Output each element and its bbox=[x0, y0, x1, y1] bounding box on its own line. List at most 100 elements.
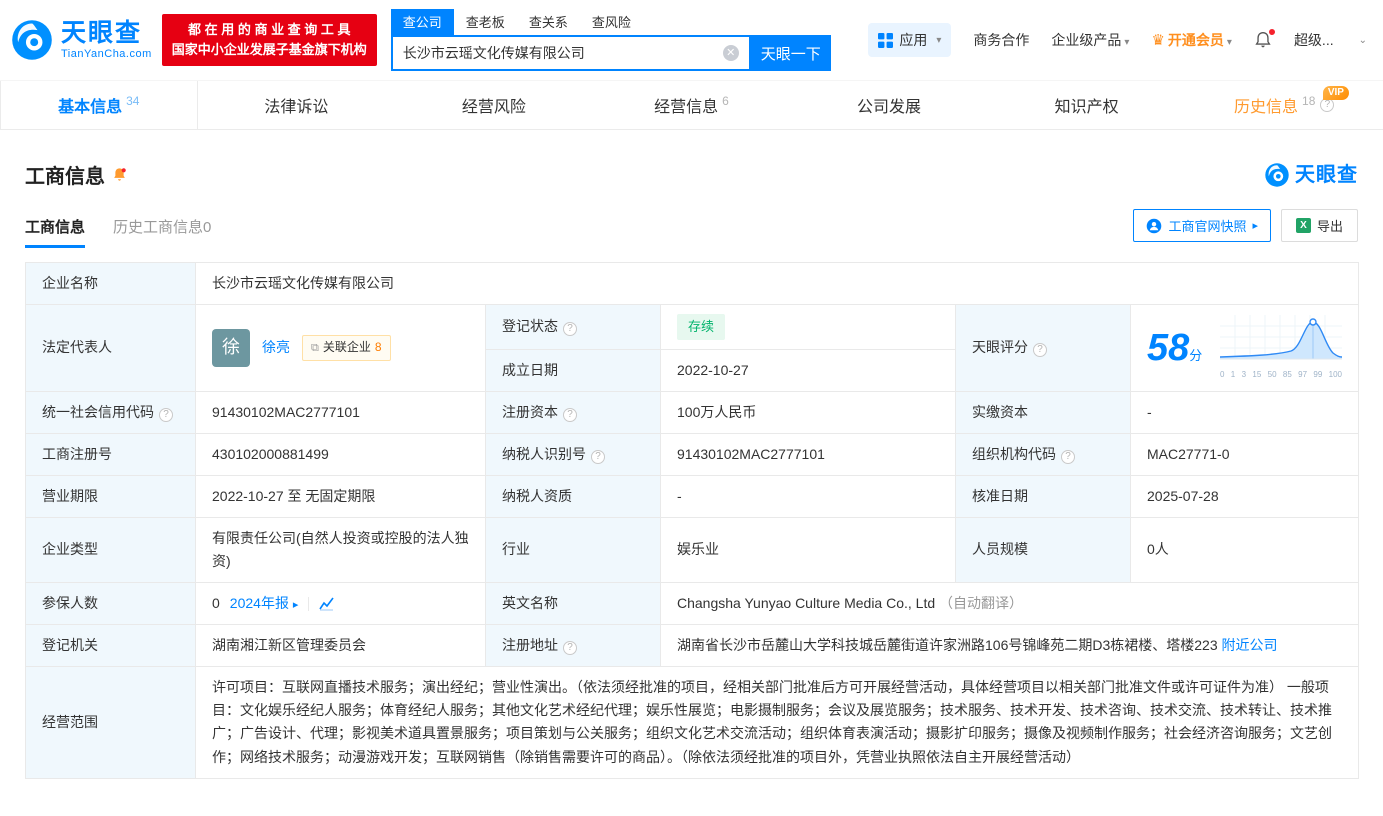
official-snapshot-button[interactable]: 工商官网快照 ▸ bbox=[1133, 209, 1271, 242]
grid-icon bbox=[878, 33, 893, 48]
tab-operation-info[interactable]: 经营信息 6 bbox=[593, 81, 791, 129]
nav-super-vip[interactable]: 超级... bbox=[1294, 30, 1334, 50]
field-value-industry: 娱乐业 bbox=[661, 517, 956, 582]
field-label-registry: 登记机关 bbox=[26, 625, 196, 667]
nav-cooperation[interactable]: 商务合作 bbox=[973, 30, 1029, 50]
search-button[interactable]: 天眼一下 bbox=[751, 35, 831, 71]
tab-label: 知识产权 bbox=[1055, 93, 1119, 117]
insured-trend-icon[interactable] bbox=[308, 597, 334, 611]
english-name: Changsha Yunyao Culture Media Co., Ltd bbox=[677, 595, 935, 611]
nearby-companies-link[interactable]: 附近公司 bbox=[1222, 637, 1278, 653]
tab-company-development[interactable]: 公司发展 bbox=[790, 81, 988, 129]
search-box: ✕ bbox=[391, 35, 751, 71]
chevron-right-icon: ▸ bbox=[1252, 219, 1258, 232]
field-value-registry: 湖南湘江新区管理委员会 bbox=[196, 625, 486, 667]
slogan-line-1: 都 在 用 的 商 业 查 询 工 具 bbox=[172, 20, 367, 40]
field-label-business-scope: 经营范围 bbox=[26, 667, 196, 778]
vip-label: 开通会员 bbox=[1168, 32, 1224, 48]
search-tab-risk[interactable]: 查风险 bbox=[580, 9, 643, 35]
field-label-company-type: 企业类型 bbox=[26, 517, 196, 582]
notification-bell-icon[interactable] bbox=[1254, 31, 1272, 49]
tab-intellectual-property[interactable]: 知识产权 bbox=[988, 81, 1186, 129]
watermark-logo-text: 天眼查 bbox=[1295, 164, 1358, 186]
tab-label: 公司发展 bbox=[857, 93, 921, 117]
super-label: 超级... bbox=[1294, 32, 1334, 48]
score-number: 58分 bbox=[1147, 329, 1202, 367]
notification-dot bbox=[1269, 29, 1275, 35]
field-value-company-name: 长沙市云瑶文化传媒有限公司 bbox=[196, 263, 1359, 305]
company-section-tabs: 基本信息 34 法律诉讼 经营风险 经营信息 6 公司发展 知识产权 VIP 历… bbox=[0, 80, 1383, 130]
tab-label: 历史信息 bbox=[1234, 93, 1298, 117]
tab-operation-risk[interactable]: 经营风险 bbox=[395, 81, 593, 129]
field-value-reg-no: 430102000881499 bbox=[196, 433, 486, 475]
search-tab-boss[interactable]: 查老板 bbox=[454, 9, 517, 35]
subscribe-bell-icon[interactable] bbox=[112, 167, 127, 182]
field-value-staff-size: 0人 bbox=[1131, 517, 1359, 582]
field-value-company-type: 有限责任公司(自然人投资或控股的法人独资) bbox=[196, 517, 486, 582]
insured-count: 0 bbox=[212, 592, 220, 615]
help-icon[interactable]: ? bbox=[159, 408, 173, 422]
credit-code-label: 统一社会信用代码 bbox=[42, 404, 154, 420]
annual-report-label: 2024年报 bbox=[230, 595, 289, 611]
section-title: 工商信息 bbox=[25, 160, 105, 189]
tab-label: 经营信息 bbox=[654, 93, 718, 117]
tianyancha-logo[interactable]: 天眼查 TianYanCha.com bbox=[10, 18, 152, 62]
tab-count: 18 bbox=[1302, 94, 1315, 108]
export-label: 导出 bbox=[1317, 216, 1343, 235]
search-tab-relation[interactable]: 查关系 bbox=[517, 9, 580, 35]
related-companies-icon: ⧉ bbox=[311, 339, 319, 357]
clear-search-icon[interactable]: ✕ bbox=[723, 45, 739, 61]
help-icon[interactable]: ? bbox=[1061, 450, 1075, 464]
field-label-approval-date: 核准日期 bbox=[956, 475, 1131, 517]
slogan-line-2: 国家中小企业发展子基金旗下机构 bbox=[172, 40, 367, 60]
related-companies-badge[interactable]: ⧉ 关联企业 8 bbox=[302, 335, 391, 361]
field-label-staff-size: 人员规模 bbox=[956, 517, 1131, 582]
search-tab-company[interactable]: 查公司 bbox=[391, 9, 454, 35]
field-value-reg-capital: 100万人民币 bbox=[661, 391, 956, 433]
subtab-history-business-info[interactable]: 历史工商信息0 bbox=[113, 216, 211, 248]
field-label-english-name: 英文名称 bbox=[486, 583, 661, 625]
caret-down-icon: ▾ bbox=[1124, 37, 1129, 48]
field-value-credit-code: 91430102MAC2777101 bbox=[196, 391, 486, 433]
legal-rep-name-link[interactable]: 徐亮 bbox=[262, 336, 290, 359]
tab-count: 6 bbox=[722, 94, 729, 108]
field-label-industry: 行业 bbox=[486, 517, 661, 582]
tab-basic-info[interactable]: 基本信息 34 bbox=[0, 81, 198, 129]
nav-open-vip[interactable]: ♛开通会员▾ bbox=[1151, 30, 1231, 50]
tab-count: 34 bbox=[126, 94, 139, 108]
help-icon[interactable]: ? bbox=[1320, 98, 1334, 112]
subtab-business-info[interactable]: 工商信息 bbox=[25, 216, 85, 248]
help-icon[interactable]: ? bbox=[563, 408, 577, 422]
help-icon[interactable]: ? bbox=[1033, 343, 1047, 357]
chevron-right-icon: ▸ bbox=[293, 599, 299, 611]
tab-legal-proceedings[interactable]: 法律诉讼 bbox=[198, 81, 396, 129]
help-icon[interactable]: ? bbox=[563, 641, 577, 655]
field-value-tax-quality: - bbox=[661, 475, 956, 517]
table-row: 登记机关 湖南湘江新区管理委员会 注册地址? 湖南省长沙市岳麓山大学科技城岳麓街… bbox=[26, 625, 1359, 667]
excel-icon: X bbox=[1296, 218, 1311, 233]
snapshot-label: 工商官网快照 bbox=[1168, 216, 1246, 235]
field-label-reg-no: 工商注册号 bbox=[26, 433, 196, 475]
score-unit: 分 bbox=[1189, 348, 1202, 363]
field-label-credit-code: 统一社会信用代码? bbox=[26, 391, 196, 433]
annual-report-link[interactable]: 2024年报 ▸ bbox=[230, 592, 299, 615]
field-label-tax-id: 纳税人识别号? bbox=[486, 433, 661, 475]
auto-translate-note: （自动翻译） bbox=[939, 595, 1023, 611]
help-icon[interactable]: ? bbox=[591, 450, 605, 464]
crown-icon: ♛ bbox=[1151, 32, 1164, 49]
help-icon[interactable]: ? bbox=[563, 322, 577, 336]
caret-down-icon[interactable]: ⌄ bbox=[1359, 35, 1367, 46]
tab-label: 法律诉讼 bbox=[264, 93, 328, 117]
tab-history-info[interactable]: VIP 历史信息 18 ? bbox=[1185, 81, 1383, 129]
apps-menu[interactable]: 应用 ▾ bbox=[868, 23, 951, 57]
field-value-reg-status: 存续 bbox=[661, 305, 956, 349]
field-label-legal-rep: 法定代表人 bbox=[26, 305, 196, 392]
export-button[interactable]: X 导出 bbox=[1281, 209, 1358, 242]
field-value-term: 2022-10-27 至 无固定期限 bbox=[196, 475, 486, 517]
search-input[interactable] bbox=[393, 45, 723, 61]
nav-enterprise[interactable]: 企业级产品▾ bbox=[1051, 30, 1129, 50]
legal-rep-avatar[interactable]: 徐 bbox=[212, 329, 250, 367]
snapshot-icon bbox=[1146, 218, 1162, 234]
table-row: 营业期限 2022-10-27 至 无固定期限 纳税人资质 - 核准日期 202… bbox=[26, 475, 1359, 517]
field-value-english-name: Changsha Yunyao Culture Media Co., Ltd （… bbox=[661, 583, 1359, 625]
